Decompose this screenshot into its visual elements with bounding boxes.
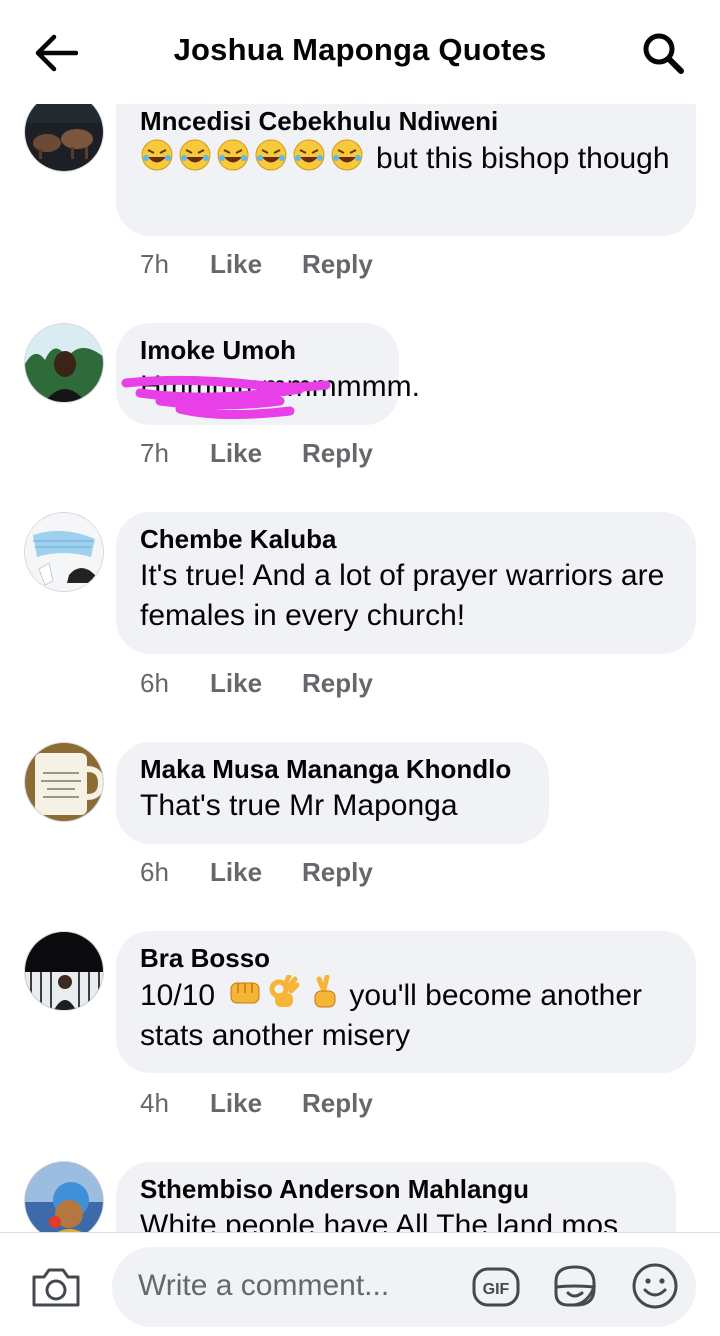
avatar[interactable] (24, 742, 104, 822)
comment-timestamp[interactable]: 7h (140, 249, 210, 280)
fist-emoji-icon (230, 982, 260, 1004)
like-button[interactable]: Like (210, 857, 302, 888)
avatar[interactable] (24, 92, 104, 172)
gif-button[interactable]: GIF (472, 1263, 520, 1311)
avatar[interactable] (24, 323, 104, 403)
comment-text: That's true Mr Maponga (140, 789, 458, 822)
like-button[interactable]: Like (210, 438, 302, 469)
comment-bubble: Maka Musa Mananga Khondlo That's true Mr… (116, 742, 549, 844)
comment-bubble: Imoke Umoh Hmmmmmmmmmm. (116, 323, 420, 425)
search-icon (643, 33, 684, 74)
comment-input-placeholder: Write a comment... (138, 1269, 390, 1302)
comment-bubble: Sthembiso Anderson Mahlangu White people… (116, 1162, 676, 1232)
comment-author[interactable]: Mncedisi Cebekhulu Ndiweni (140, 104, 672, 138)
comment-timestamp[interactable]: 6h (140, 668, 210, 699)
search-button[interactable] (640, 30, 686, 76)
reply-button[interactable]: Reply (302, 438, 373, 469)
top-bar: Joshua Maponga Quotes (0, 0, 720, 104)
comment-author[interactable]: Bra Bosso (140, 941, 672, 975)
sticker-button[interactable] (550, 1261, 600, 1311)
comment-text: It's true! And a lot of prayer warriors … (140, 559, 665, 632)
laughing-emoji-icon (141, 139, 173, 171)
sticker-icon (554, 1265, 597, 1307)
gif-icon: GIF (472, 1267, 520, 1307)
ok-hand-emoji-icon (269, 975, 300, 1007)
comment-author[interactable]: Imoke Umoh (140, 333, 375, 367)
comment-author[interactable]: Chembe Kaluba (140, 522, 672, 556)
camera-button[interactable] (30, 1265, 82, 1309)
comment-actions: 7h Like Reply (140, 249, 373, 280)
comment-actions: 6h Like Reply (140, 857, 373, 888)
hand-emoji-group (229, 975, 341, 1009)
comment-actions: 4h Like Reply (140, 1088, 373, 1119)
like-button[interactable]: Like (210, 249, 302, 280)
comment-input[interactable]: Write a comment... GIF (112, 1247, 696, 1327)
comment-timestamp[interactable]: 6h (140, 857, 210, 888)
comment-author[interactable]: Sthembiso Anderson Mahlangu (140, 1172, 652, 1206)
svg-text:GIF: GIF (483, 1281, 510, 1298)
emoji-button[interactable] (630, 1261, 680, 1311)
reply-button[interactable]: Reply (302, 1088, 373, 1119)
avatar[interactable] (24, 1161, 104, 1232)
laughing-emoji-group (140, 138, 368, 172)
comment-timestamp[interactable]: 7h (140, 438, 210, 469)
comment-list: Mncedisi Cebekhulu Ndiweni but this bish… (0, 0, 720, 1232)
comment-author[interactable]: Maka Musa Mananga Khondlo (140, 752, 525, 786)
reply-button[interactable]: Reply (302, 249, 373, 280)
comment-bubble: Bra Bosso 10/10 you'll become another st… (116, 931, 696, 1073)
reply-button[interactable]: Reply (302, 668, 373, 699)
camera-icon (32, 1268, 80, 1307)
comment-actions: 7h Like Reply (140, 438, 373, 469)
redaction-scribble (121, 375, 331, 420)
comment-actions: 6h Like Reply (140, 668, 373, 699)
avatar[interactable] (24, 931, 104, 1011)
page-title: Joshua Maponga Quotes (173, 32, 547, 67)
crossed-fingers-emoji-icon (314, 975, 336, 1008)
comment-timestamp[interactable]: 4h (140, 1088, 210, 1119)
comment-text: but this bishop though (140, 138, 672, 179)
like-button[interactable]: Like (210, 1088, 302, 1119)
comment-text: 10/10 you'll become another stats anothe… (140, 975, 672, 1056)
like-button[interactable]: Like (210, 668, 302, 699)
comment-composer: Write a comment... GIF (0, 1232, 720, 1336)
comment-text: White people have All The land mos (140, 1209, 619, 1232)
comment-bubble: Chembe Kaluba It's true! And a lot of pr… (116, 512, 696, 654)
avatar[interactable] (24, 512, 104, 592)
reply-button[interactable]: Reply (302, 857, 373, 888)
comment-bubble: Mncedisi Cebekhulu Ndiweni but this bish… (116, 94, 696, 236)
smiley-icon (632, 1263, 678, 1309)
